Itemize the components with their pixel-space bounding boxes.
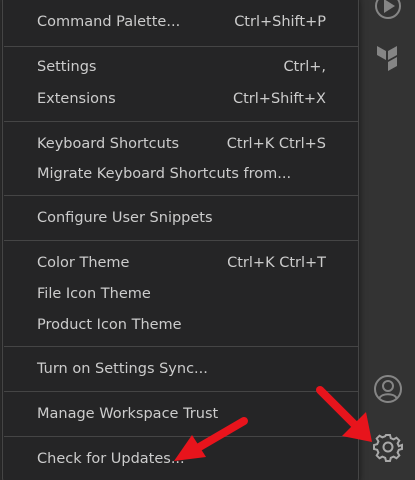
menu-item-label: Color Theme	[37, 255, 130, 271]
terraform-icon[interactable]	[373, 42, 403, 72]
menu-item-product-icon-theme[interactable]: Product Icon Theme	[3, 310, 358, 340]
menu-item-label: Manage Workspace Trust	[37, 406, 219, 422]
menu-separator	[4, 240, 358, 241]
menu-separator	[4, 436, 358, 437]
menu-item-label: Settings	[37, 59, 97, 75]
menu-separator	[4, 121, 358, 122]
menu-item-label: Command Palette...	[37, 14, 181, 30]
menu-item-label: Migrate Keyboard Shortcuts from...	[37, 166, 292, 182]
accounts-icon[interactable]	[373, 374, 403, 404]
menu-item-keybinding: Ctrl+,	[283, 59, 326, 75]
menu-item-keybinding: Ctrl+Shift+X	[233, 91, 326, 107]
menu-item-settings[interactable]: Settings Ctrl+,	[3, 52, 358, 82]
menu-separator	[4, 46, 358, 47]
menu-item-label: Check for Updates...	[37, 451, 185, 467]
run-debug-icon[interactable]	[373, 0, 403, 21]
screenshot-stage: Command Palette... Ctrl+Shift+P Settings…	[0, 0, 415, 480]
menu-item-color-theme[interactable]: Color Theme Ctrl+K Ctrl+T	[3, 248, 358, 278]
menu-item-migrate-keyboard-shortcuts[interactable]: Migrate Keyboard Shortcuts from...	[3, 159, 358, 189]
menu-item-command-palette[interactable]: Command Palette... Ctrl+Shift+P	[3, 7, 358, 37]
menu-separator	[4, 195, 358, 196]
menu-item-label: Turn on Settings Sync...	[37, 361, 208, 377]
menu-item-check-for-updates[interactable]: Check for Updates...	[3, 444, 358, 474]
manage-gear-icon[interactable]	[373, 432, 403, 462]
menu-separator	[4, 391, 358, 392]
menu-item-manage-workspace-trust[interactable]: Manage Workspace Trust	[3, 399, 358, 429]
menu-item-keybinding: Ctrl+K Ctrl+T	[227, 255, 326, 271]
activity-bar	[361, 0, 415, 480]
menu-item-keybinding: Ctrl+Shift+P	[234, 14, 326, 30]
menu-item-extensions[interactable]: Extensions Ctrl+Shift+X	[3, 84, 358, 114]
menu-item-label: File Icon Theme	[37, 286, 151, 302]
menu-item-label: Keyboard Shortcuts	[37, 136, 180, 152]
menu-item-file-icon-theme[interactable]: File Icon Theme	[3, 279, 358, 309]
menu-separator	[4, 346, 358, 347]
menu-item-label: Product Icon Theme	[37, 317, 182, 333]
menu-item-turn-on-settings-sync[interactable]: Turn on Settings Sync...	[3, 354, 358, 384]
manage-context-menu: Command Palette... Ctrl+Shift+P Settings…	[2, 0, 359, 480]
menu-item-label: Extensions	[37, 91, 116, 107]
menu-item-label: Configure User Snippets	[37, 210, 213, 226]
menu-item-configure-user-snippets[interactable]: Configure User Snippets	[3, 203, 358, 233]
menu-item-keyboard-shortcuts[interactable]: Keyboard Shortcuts Ctrl+K Ctrl+S	[3, 129, 358, 159]
menu-item-keybinding: Ctrl+K Ctrl+S	[226, 136, 326, 152]
